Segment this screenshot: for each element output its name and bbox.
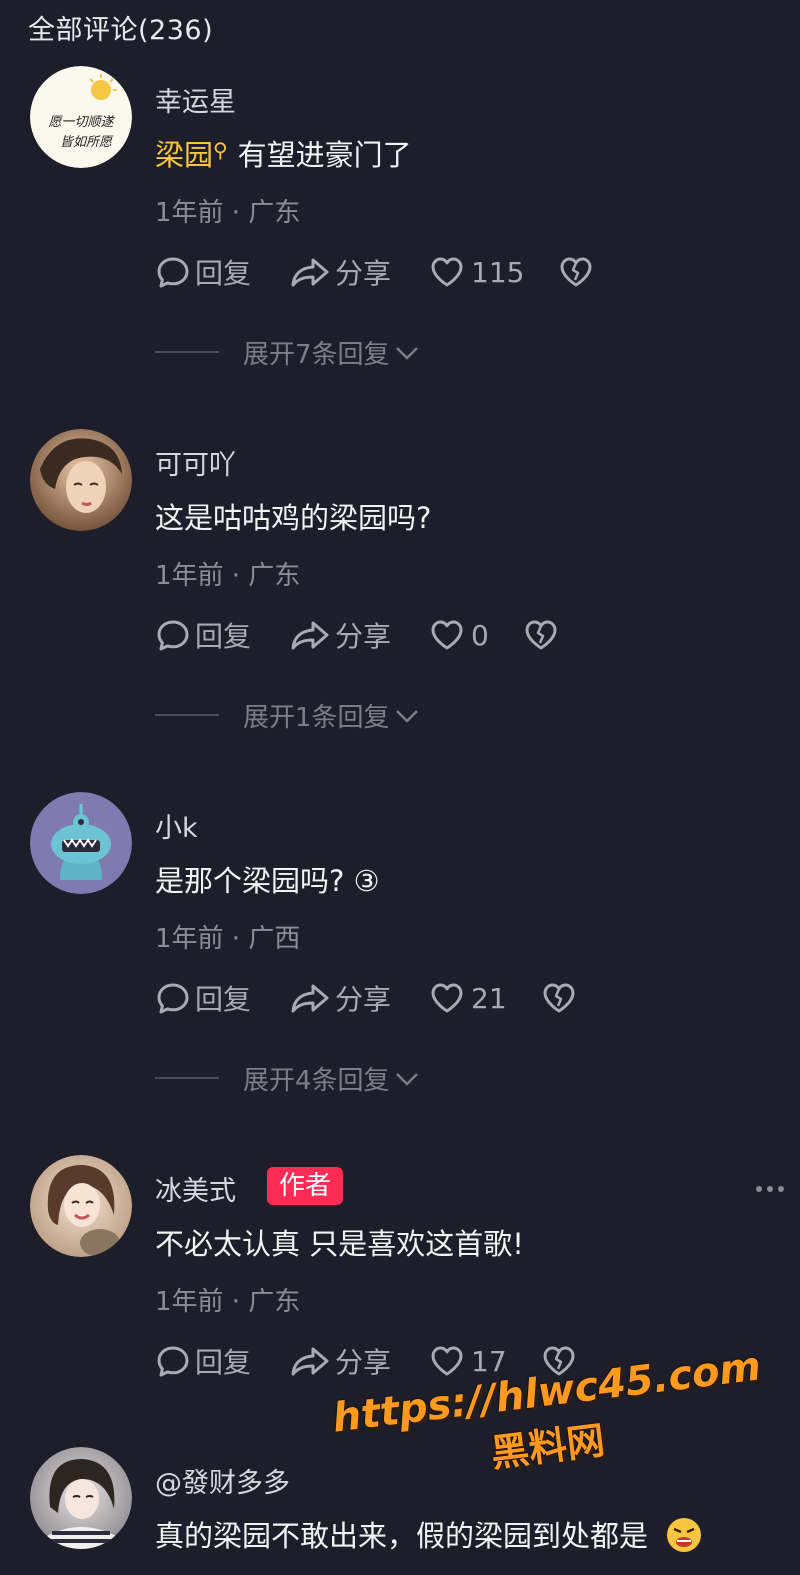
share-button[interactable]: 分享 bbox=[289, 615, 429, 655]
heart-icon bbox=[431, 1346, 463, 1376]
reply-label: 回复 bbox=[195, 1346, 252, 1379]
comment-username[interactable]: 幸运星 bbox=[155, 80, 236, 119]
comment-location: 广东 bbox=[248, 561, 301, 591]
avatar[interactable] bbox=[30, 1447, 132, 1549]
comment-meta: 1年前 · 广东 bbox=[155, 1287, 301, 1317]
comment-username[interactable]: 可可吖 bbox=[155, 443, 236, 482]
share-button[interactable]: 分享 bbox=[289, 978, 429, 1018]
share-arrow-icon bbox=[291, 984, 329, 1013]
share-arrow-icon bbox=[291, 1347, 329, 1376]
dislike-button[interactable] bbox=[541, 980, 577, 1016]
comment-username[interactable]: @發财多多 bbox=[155, 1461, 290, 1500]
comments-panel: 全部评论(236) 愿一切顺遂 皆如所愿 幸运星 梁园⚲ 有望进豪门了 1年前 ·… bbox=[0, 0, 800, 1575]
chevron-down-icon bbox=[395, 1073, 418, 1086]
comment-time: 1年前 bbox=[155, 1287, 224, 1317]
comment-meta: 1年前 · 广西 bbox=[155, 924, 301, 954]
expand-replies-label: 展开1条回复 bbox=[243, 702, 390, 733]
avatar-calligraphy-line1: 愿一切顺遂 bbox=[48, 115, 115, 130]
comment-bubble-icon bbox=[157, 983, 189, 1014]
reply-label: 回复 bbox=[195, 620, 252, 653]
avatar[interactable] bbox=[30, 1155, 132, 1257]
comment-text-body: 真的梁园不敢出来，假的梁园到处都是 bbox=[155, 1519, 649, 1553]
comment-actions: 回复 分享 0 bbox=[155, 615, 559, 655]
broken-heart-icon bbox=[560, 257, 592, 287]
share-arrow-icon bbox=[291, 621, 329, 650]
comment-time: 1年前 bbox=[155, 198, 224, 228]
expand-replies-button[interactable]: 展开4条回复 bbox=[155, 1058, 420, 1098]
share-label: 分享 bbox=[335, 1346, 392, 1379]
comment-time: 1年前 bbox=[155, 924, 224, 954]
like-button[interactable]: 17 bbox=[429, 1343, 507, 1379]
more-options-icon[interactable] bbox=[756, 1186, 784, 1192]
comment-meta: 1年前 · 广东 bbox=[155, 561, 301, 591]
expand-replies-button[interactable]: 展开1条回复 bbox=[155, 695, 420, 735]
comment-time: 1年前 bbox=[155, 561, 224, 591]
expand-replies-label: 展开4条回复 bbox=[243, 1065, 390, 1096]
search-icon[interactable]: ⚲ bbox=[213, 138, 228, 162]
comment-bubble-icon bbox=[157, 1346, 189, 1377]
reply-button[interactable]: 回复 bbox=[155, 252, 289, 292]
comments-header-title: 全部评论(236) bbox=[28, 15, 214, 46]
like-button[interactable]: 0 bbox=[429, 617, 489, 653]
dislike-button[interactable] bbox=[558, 254, 594, 290]
avatar[interactable] bbox=[30, 429, 132, 531]
share-button[interactable]: 分享 bbox=[289, 1341, 429, 1381]
comment-text: 梁园⚲ 有望进豪门了 bbox=[155, 132, 412, 174]
author-badge: 作者 bbox=[267, 1167, 344, 1205]
like-button[interactable]: 21 bbox=[429, 980, 507, 1016]
reply-button[interactable]: 回复 bbox=[155, 978, 289, 1018]
like-count: 21 bbox=[471, 981, 507, 1015]
comment-text: 真的梁园不敢出来，假的梁园到处都是 bbox=[155, 1513, 703, 1555]
like-count: 115 bbox=[471, 255, 525, 289]
heart-icon bbox=[431, 620, 463, 650]
expand-replies-label: 展开7条回复 bbox=[243, 339, 390, 370]
chevron-down-icon bbox=[395, 710, 418, 723]
share-label: 分享 bbox=[335, 620, 392, 653]
share-label: 分享 bbox=[335, 257, 392, 290]
divider-line bbox=[155, 351, 219, 353]
comment-location: 广东 bbox=[248, 198, 301, 228]
broken-heart-icon bbox=[543, 983, 575, 1013]
comment-meta: 1年前 · 广东 bbox=[155, 198, 301, 228]
heart-icon bbox=[431, 257, 463, 287]
share-arrow-icon bbox=[291, 258, 329, 287]
like-button[interactable]: 115 bbox=[429, 254, 524, 290]
comment-bubble-icon bbox=[157, 620, 189, 651]
reply-label: 回复 bbox=[195, 983, 252, 1016]
comment-location: 广西 bbox=[248, 924, 301, 954]
comment-username[interactable]: 小k bbox=[155, 806, 198, 845]
reply-button[interactable]: 回复 bbox=[155, 1341, 289, 1381]
comment-text: 不必太认真 只是喜欢这首歌! bbox=[155, 1227, 524, 1261]
comment-location: 广东 bbox=[248, 1287, 301, 1317]
heart-icon bbox=[431, 983, 463, 1013]
share-button[interactable]: 分享 bbox=[289, 252, 429, 292]
reply-label: 回复 bbox=[195, 257, 252, 290]
like-count: 17 bbox=[471, 1344, 507, 1378]
angry-face-emoji-icon bbox=[667, 1518, 702, 1552]
comment-actions: 回复 分享 21 bbox=[155, 978, 577, 1018]
like-count: 0 bbox=[471, 618, 489, 652]
comment-text: 这是咕咕鸡的梁园吗? bbox=[155, 501, 432, 535]
comment-username[interactable]: 冰美式 bbox=[155, 1169, 236, 1208]
avatar[interactable]: 愿一切顺遂 皆如所愿 bbox=[30, 66, 132, 168]
divider-line bbox=[155, 714, 219, 716]
comment-actions: 回复 分享 115 bbox=[155, 252, 594, 292]
avatar-calligraphy-line2: 皆如所愿 bbox=[60, 135, 114, 150]
chevron-down-icon bbox=[395, 347, 418, 360]
avatar[interactable] bbox=[30, 792, 132, 894]
dislike-button[interactable] bbox=[523, 617, 559, 653]
share-label: 分享 bbox=[335, 983, 392, 1016]
keyword-link[interactable]: 梁园 bbox=[155, 138, 213, 172]
comment-bubble-icon bbox=[157, 257, 189, 288]
comment-text: 是那个梁园吗? ③ bbox=[155, 864, 380, 898]
divider-line bbox=[155, 1077, 219, 1079]
broken-heart-icon bbox=[525, 620, 557, 650]
reply-button[interactable]: 回复 bbox=[155, 615, 289, 655]
comment-text-body: 有望进豪门了 bbox=[237, 138, 412, 172]
expand-replies-button[interactable]: 展开7条回复 bbox=[155, 332, 420, 372]
